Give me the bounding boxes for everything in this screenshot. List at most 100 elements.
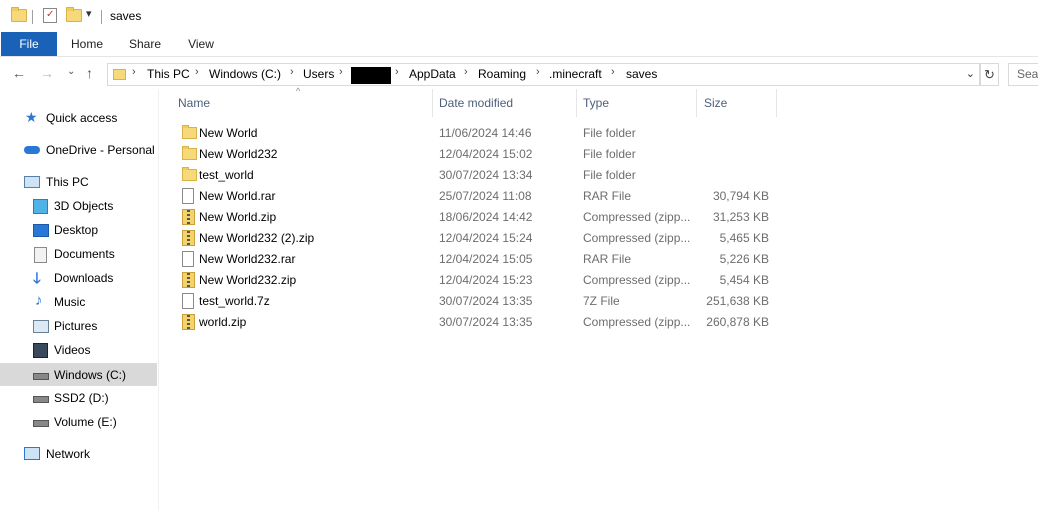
file-row[interactable]: New World 11/06/2024 14:46 File folder [170, 122, 780, 143]
chevron-right-icon[interactable]: › [132, 66, 136, 78]
file-type: RAR File [583, 252, 632, 266]
file-name: New World.zip [199, 210, 277, 224]
breadcrumb-windows-c[interactable]: Windows (C:) [209, 67, 281, 81]
nav-item-videos[interactable]: Videos [0, 339, 157, 361]
file-name: New World232 [199, 147, 278, 161]
file-row[interactable]: New World232.zip 12/04/2024 15:23 Compre… [170, 269, 780, 290]
file-row[interactable]: New World232 (2).zip 12/04/2024 15:24 Co… [170, 227, 780, 248]
nav-item-music[interactable]: ♪ Music [0, 291, 157, 313]
navigation-pane: ★ Quick access OneDrive - Personal This … [0, 89, 158, 510]
nav-item-documents[interactable]: Documents [0, 243, 157, 265]
file-size: 251,638 KB [706, 294, 769, 308]
file-type: RAR File [583, 189, 632, 203]
chevron-right-icon[interactable]: › [290, 66, 294, 78]
file-icon [182, 188, 194, 204]
file-date: 12/04/2024 15:23 [439, 273, 533, 287]
nav-item-quick-access[interactable]: ★ Quick access [0, 107, 157, 129]
forward-arrow-icon[interactable]: → [40, 65, 54, 81]
nav-item-3d-objects[interactable]: 3D Objects [0, 195, 157, 217]
nav-item-desktop[interactable]: Desktop [0, 219, 157, 241]
file-name: New World.rar [199, 189, 276, 203]
file-date: 30/07/2024 13:35 [439, 315, 533, 329]
column-header-date[interactable]: Date modified [439, 96, 513, 110]
column-divider[interactable] [776, 89, 777, 117]
column-divider[interactable] [696, 89, 697, 117]
pictures-icon [33, 320, 49, 333]
address-bar[interactable]: › This PC › Windows (C:) › Users › › App… [107, 63, 980, 86]
zip-file-icon [182, 209, 195, 225]
chevron-right-icon[interactable]: › [611, 66, 615, 78]
address-dropdown-icon[interactable]: ⌄ [966, 67, 975, 80]
tab-home[interactable]: Home [59, 32, 115, 56]
zip-file-icon [182, 230, 195, 246]
file-type: Compressed (zipp... [583, 210, 691, 224]
chevron-right-icon[interactable]: › [395, 66, 399, 78]
file-icon [182, 251, 194, 267]
file-row[interactable]: test_world 30/07/2024 13:34 File folder [170, 164, 780, 185]
chevron-right-icon[interactable]: › [464, 66, 468, 78]
folder-icon [182, 167, 197, 181]
customize-toolbar-icon[interactable]: ▾ [86, 7, 92, 20]
file-row[interactable]: New World232.rar 12/04/2024 15:05 RAR Fi… [170, 248, 780, 269]
breadcrumb-minecraft[interactable]: .minecraft [549, 67, 602, 81]
chevron-right-icon[interactable]: › [339, 66, 343, 78]
file-row[interactable]: New World.rar 25/07/2024 11:08 RAR File … [170, 185, 780, 206]
properties-icon[interactable]: ✓ [43, 8, 57, 23]
column-header-type[interactable]: Type [583, 96, 609, 110]
chevron-right-icon[interactable]: › [195, 66, 199, 78]
nav-item-network[interactable]: Network [0, 443, 157, 465]
ribbon: File Home Share View [0, 32, 1038, 57]
back-arrow-icon[interactable]: ← [12, 65, 26, 81]
redacted-username [351, 67, 391, 84]
column-header-name[interactable]: Name [178, 96, 210, 110]
file-type: Compressed (zipp... [583, 231, 691, 245]
column-divider[interactable] [576, 89, 577, 117]
music-note-icon: ♪ [35, 292, 43, 309]
file-size: 31,253 KB [712, 210, 769, 224]
file-row[interactable]: world.zip 30/07/2024 13:35 Compressed (z… [170, 311, 780, 332]
tab-view[interactable]: View [173, 32, 229, 56]
file-name: New World [199, 126, 258, 140]
nav-item-onedrive[interactable]: OneDrive - Personal [0, 139, 157, 161]
file-size: 5,454 KB [719, 273, 769, 287]
nav-item-downloads[interactable]: 🡓 Downloads [0, 267, 157, 289]
file-name: New World232 (2).zip [199, 231, 315, 245]
refresh-icon[interactable]: ↻ [980, 63, 999, 86]
file-date: 18/06/2024 14:42 [439, 210, 533, 224]
file-type: File folder [583, 168, 636, 182]
file-name: test_world.7z [199, 294, 270, 308]
up-arrow-icon[interactable]: ↑ [86, 65, 93, 81]
breadcrumb-users[interactable]: Users [303, 67, 334, 81]
breadcrumb-roaming[interactable]: Roaming [478, 67, 526, 81]
file-type: Compressed (zipp... [583, 273, 691, 287]
nav-item-this-pc[interactable]: This PC [0, 171, 157, 193]
chevron-right-icon[interactable]: › [536, 66, 540, 78]
column-divider[interactable] [432, 89, 433, 117]
nav-item-ssd2-d[interactable]: SSD2 (D:) [0, 387, 157, 409]
cube-icon [33, 199, 48, 214]
search-placeholder: Sear [1017, 67, 1038, 81]
search-input[interactable]: Sear [1008, 63, 1038, 86]
file-row[interactable]: test_world.7z 30/07/2024 13:35 7Z File 2… [170, 290, 780, 311]
tab-file[interactable]: File [1, 32, 57, 56]
nav-item-pictures[interactable]: Pictures [0, 315, 157, 337]
file-size: 5,465 KB [719, 231, 769, 245]
new-folder-icon[interactable] [66, 7, 82, 22]
folder-icon [113, 69, 126, 80]
folder-icon [182, 125, 197, 139]
file-date: 11/06/2024 14:46 [439, 126, 532, 140]
divider [32, 10, 33, 24]
tab-share[interactable]: Share [117, 32, 173, 56]
pane-divider[interactable] [158, 89, 159, 510]
nav-item-volume-e[interactable]: Volume (E:) [0, 411, 157, 433]
file-row[interactable]: New World232 12/04/2024 15:02 File folde… [170, 143, 780, 164]
breadcrumb-saves[interactable]: saves [626, 67, 657, 81]
recent-locations-chevron-icon[interactable]: ⌄ [67, 66, 75, 77]
nav-item-windows-c[interactable]: Windows (C:) [0, 363, 157, 386]
folder-icon[interactable] [11, 7, 27, 22]
file-row[interactable]: New World.zip 18/06/2024 14:42 Compresse… [170, 206, 780, 227]
breadcrumb-this-pc[interactable]: This PC [147, 67, 190, 81]
network-icon [24, 447, 40, 460]
breadcrumb-appdata[interactable]: AppData [409, 67, 456, 81]
column-header-size[interactable]: Size [704, 96, 727, 110]
